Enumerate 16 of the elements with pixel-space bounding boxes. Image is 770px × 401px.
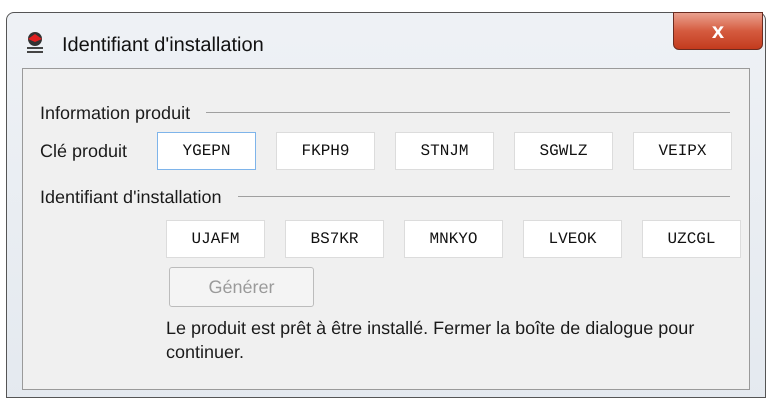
code-field[interactable]: FKPH9 xyxy=(276,132,375,170)
code-field[interactable]: SGWLZ xyxy=(514,132,613,170)
code-field[interactable]: YGEPN xyxy=(157,132,256,170)
section-title: Information produit xyxy=(40,102,190,125)
code-field[interactable]: BS7KR xyxy=(285,220,384,258)
code-field[interactable]: STNJM xyxy=(395,132,494,170)
code-field[interactable]: VEIPX xyxy=(633,132,732,170)
close-button[interactable]: x xyxy=(673,12,763,50)
section-title: Identifiant d'installation xyxy=(40,186,222,208)
code-field[interactable]: MNKYO xyxy=(404,220,503,258)
code-field[interactable]: UZCGL xyxy=(642,220,741,258)
status-message: Le produit est prêt à être installé. Fermer la boîte de dialogue pour continuer. xyxy=(166,317,696,364)
code-field[interactable]: UJAFM xyxy=(166,220,265,258)
field-label: Clé produit xyxy=(40,140,128,163)
window-title: Identifiant d'installation xyxy=(62,33,264,58)
code-field[interactable]: LVEOK xyxy=(523,220,622,258)
